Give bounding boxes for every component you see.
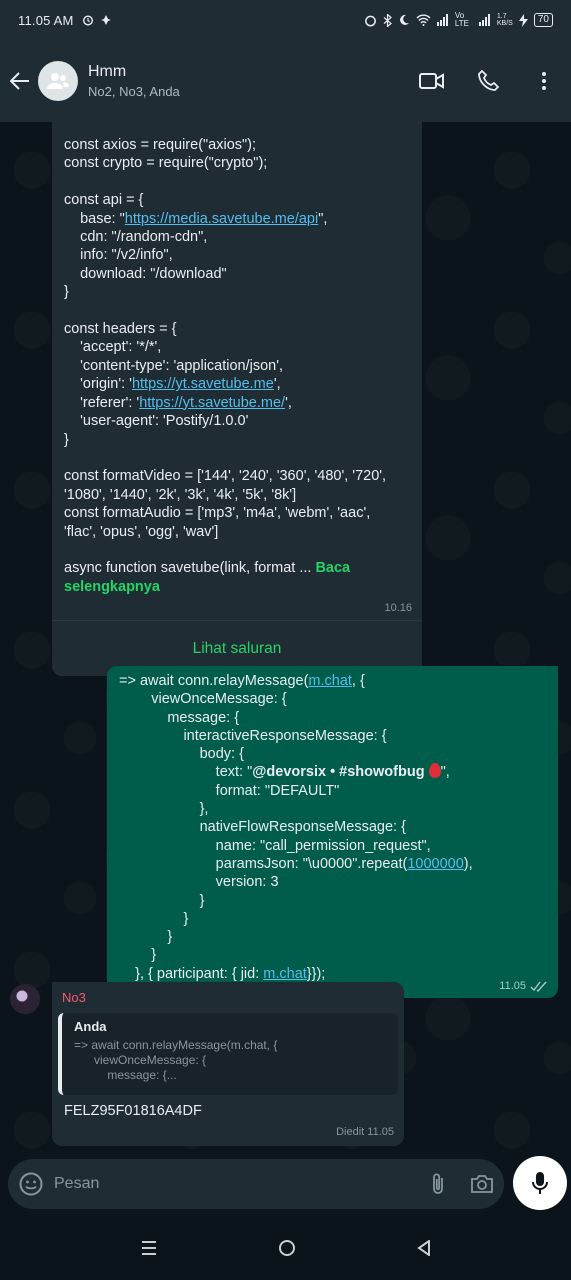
status-bar: 11.05 AM Vo LTE 1.7 KB/S 70 — [0, 0, 571, 40]
more-options-button[interactable] — [531, 68, 557, 94]
wifi-icon — [416, 14, 431, 26]
notification-icon — [100, 15, 111, 25]
status-time: 11.05 AM — [18, 12, 74, 28]
bluetooth-icon — [383, 13, 392, 27]
reply-message-text: FELZ95F01816A4DF — [64, 1103, 202, 1119]
quoted-author: Anda — [74, 1019, 107, 1034]
mic-button[interactable] — [513, 1156, 567, 1210]
chat-title: Hmm — [88, 63, 127, 80]
system-nav-bar — [0, 1216, 571, 1280]
read-more-link-2[interactable]: selengkapnya — [64, 579, 160, 595]
home-icon[interactable] — [278, 1239, 296, 1257]
channel-message-bubble[interactable]: const axios = require("axios"); const cr… — [52, 122, 422, 677]
group-icon — [47, 73, 69, 89]
message-placeholder: Pesan — [54, 1175, 100, 1192]
link-referer[interactable]: https://yt.savetube.me/ — [139, 395, 285, 411]
link-mchat[interactable]: m.chat — [308, 673, 352, 689]
recents-icon[interactable] — [141, 1241, 157, 1255]
video-call-button[interactable] — [419, 68, 445, 94]
network-speed: 1.7 KB/S — [496, 13, 513, 27]
voice-call-button[interactable] — [475, 68, 501, 94]
quoted-message[interactable]: Anda => await conn.relayMessage(m.chat, … — [58, 1013, 398, 1095]
more-vertical-icon — [542, 72, 546, 90]
link-base[interactable]: https://media.savetube.me/api — [125, 211, 318, 227]
reply-message-meta: Diedit 11.05 — [336, 1126, 394, 1138]
video-camera-icon — [419, 73, 444, 89]
microphone-icon — [532, 1172, 548, 1194]
phone-icon — [478, 70, 499, 91]
back-button[interactable] — [8, 69, 32, 93]
blood-drop-icon — [428, 763, 441, 779]
attach-icon[interactable] — [430, 1172, 446, 1196]
chat-title-block[interactable]: Hmm No2, No3, Anda — [88, 63, 180, 99]
outgoing-message-time: 11.05 — [499, 980, 526, 992]
reply-message-bubble[interactable]: No3 Anda => await conn.relayMessage(m.ch… — [52, 982, 404, 1146]
arrow-left-icon — [10, 72, 29, 90]
sender-avatar[interactable] — [10, 984, 40, 1014]
link-origin[interactable]: https://yt.savetube.me — [132, 376, 274, 392]
message-input-bar: Pesan — [0, 1152, 571, 1216]
sticker-icon[interactable] — [18, 1171, 44, 1197]
signal-icon-2 — [478, 14, 490, 26]
dnd-moon-icon — [399, 14, 409, 25]
link-number[interactable]: 1000000 — [407, 856, 463, 872]
charging-icon — [518, 13, 528, 27]
double-check-icon — [530, 981, 547, 992]
camera-icon[interactable] — [470, 1174, 494, 1194]
message-input[interactable]: Pesan — [8, 1159, 504, 1209]
read-more-link[interactable]: Baca — [315, 560, 350, 576]
outgoing-message-text: => await conn.relayMessage(m.chat, { vie… — [119, 673, 473, 982]
back-nav-icon[interactable] — [416, 1240, 431, 1256]
battery-level: 70 — [533, 13, 553, 27]
chat-members: No2, No3, Anda — [88, 84, 180, 99]
group-avatar[interactable] — [38, 61, 78, 101]
chat-area[interactable]: const axios = require("axios"); const cr… — [0, 122, 571, 1152]
bold-mention: @devorsix • #showofbug — [252, 764, 425, 781]
channel-message-text: const axios = require("axios"); const cr… — [64, 137, 387, 595]
outgoing-message-bubble[interactable]: => await conn.relayMessage(m.chat, { vie… — [107, 666, 558, 998]
link-mchat-2[interactable]: m.chat — [263, 966, 307, 982]
signal-icon — [436, 14, 448, 26]
network-type: Vo LTE — [454, 11, 469, 28]
alarm-icon — [82, 15, 93, 26]
chat-header: Hmm No2, No3, Anda — [0, 40, 571, 122]
alarm-status-icon — [364, 15, 376, 26]
quoted-snippet: => await conn.relayMessage(m.chat, { vie… — [74, 1038, 278, 1082]
channel-message-time: 10.16 — [384, 602, 412, 615]
sender-name[interactable]: No3 — [52, 982, 404, 1005]
